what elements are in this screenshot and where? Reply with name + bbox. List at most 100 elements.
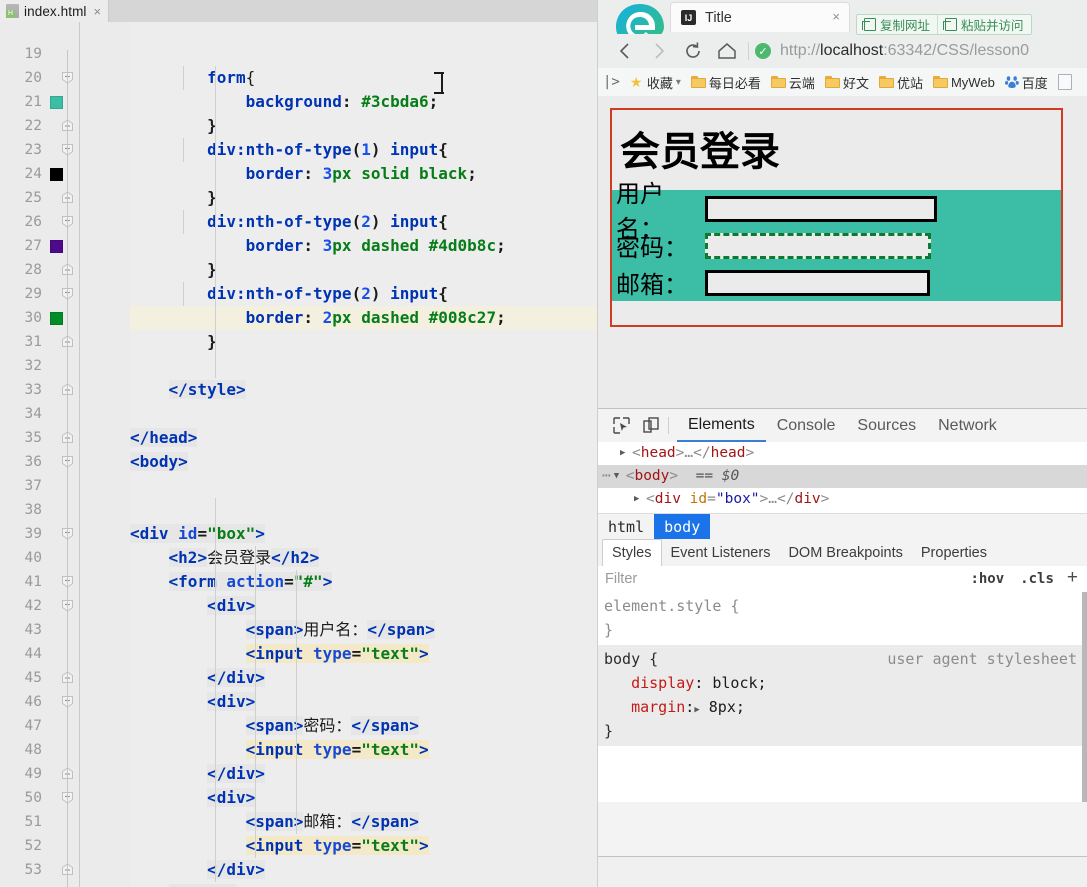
code-line[interactable]: <span>密码：</span> bbox=[130, 714, 598, 738]
style-rule-body[interactable]: body {user agent stylesheet display: blo… bbox=[598, 645, 1087, 746]
code-line[interactable]: </div> bbox=[130, 762, 598, 786]
cls-button[interactable]: .cls bbox=[1012, 571, 1062, 587]
reload-button[interactable] bbox=[676, 36, 710, 66]
code-line[interactable]: <div> bbox=[130, 690, 598, 714]
tab-elements[interactable]: Elements bbox=[677, 409, 766, 442]
code-line[interactable] bbox=[130, 42, 598, 66]
device-toolbar-button[interactable] bbox=[636, 413, 666, 439]
bookmarks-overflow-button[interactable]: |> bbox=[598, 68, 625, 96]
editor-gutter[interactable]: 19 20 21 22 23 24 25 26 27 28 29 30 31 32 33 34 35 36 37 38… bbox=[0, 22, 130, 887]
forward-button[interactable] bbox=[642, 36, 676, 66]
code-line[interactable]: </div> bbox=[130, 666, 598, 690]
editor-tab-index-html[interactable]: index.html × bbox=[0, 0, 110, 22]
bookmark-page[interactable] bbox=[1053, 68, 1077, 96]
expand-arrow-icon[interactable]: ▶ bbox=[620, 442, 632, 465]
close-icon[interactable]: × bbox=[94, 5, 102, 18]
code-line[interactable] bbox=[130, 498, 598, 522]
code-line[interactable]: form{ bbox=[130, 66, 598, 90]
code-line[interactable]: div:nth-of-type(2) input{ bbox=[130, 210, 598, 234]
tab-properties[interactable]: Properties bbox=[912, 540, 996, 566]
security-shield-icon[interactable]: ✓ bbox=[755, 43, 771, 59]
bookmark-folder-1[interactable]: 每日必看 bbox=[686, 68, 766, 96]
back-button[interactable] bbox=[608, 36, 642, 66]
address-bar[interactable]: http://localhost:63342/CSS/lesson0 bbox=[780, 42, 1029, 60]
bookmark-favorites[interactable]: ★ 收藏 ▾ bbox=[625, 68, 686, 96]
dom-node-body[interactable]: ⋯ ▼ < body > == $0 bbox=[598, 465, 1087, 488]
style-rule-element-style[interactable]: element.style { } bbox=[598, 592, 1087, 645]
code-line[interactable]: background: #3cbda6; bbox=[130, 90, 598, 114]
code-line[interactable]: border: 3px solid black; bbox=[130, 162, 598, 186]
breadcrumb-body[interactable]: body bbox=[654, 514, 711, 540]
new-style-rule-button[interactable]: + bbox=[1062, 567, 1087, 592]
color-swatch-icon[interactable] bbox=[50, 239, 63, 253]
collapse-arrow-icon[interactable]: ▼ bbox=[614, 465, 626, 488]
code-line[interactable]: } bbox=[130, 114, 598, 138]
code-line[interactable]: div:nth-of-type(2) input{ bbox=[130, 282, 598, 306]
dom-node-div-box[interactable]: ▶ < div id = "box" >… </div > bbox=[598, 488, 1087, 511]
bookmark-folder-4[interactable]: 优站 bbox=[874, 68, 928, 96]
inspect-element-button[interactable] bbox=[606, 413, 636, 439]
tab-network[interactable]: Network bbox=[927, 410, 1008, 441]
code-line[interactable]: } bbox=[130, 186, 598, 210]
code-line[interactable] bbox=[130, 354, 598, 378]
code-line[interactable]: border: 3px dashed #4d0b8c; bbox=[130, 234, 598, 258]
code-line[interactable]: <input type="text"> bbox=[130, 834, 598, 858]
code-line[interactable]: <div> bbox=[130, 786, 598, 810]
css-value[interactable]: 8px; bbox=[709, 698, 745, 716]
password-input[interactable] bbox=[705, 232, 931, 259]
copy-url-button[interactable]: 复制网址 bbox=[857, 15, 937, 34]
code-line[interactable]: <span>邮箱：</span> bbox=[130, 810, 598, 834]
css-property[interactable]: display bbox=[631, 674, 694, 692]
code-line[interactable]: <body> bbox=[130, 450, 598, 474]
email-input[interactable] bbox=[705, 269, 930, 296]
code-line[interactable] bbox=[130, 402, 598, 426]
code-line[interactable]: border: 2px dashed #008c27; bbox=[130, 306, 598, 330]
code-line[interactable]: div:nth-of-type(1) input{ bbox=[130, 138, 598, 162]
code-line[interactable]: <form action="#"> bbox=[130, 570, 598, 594]
line-number: 53 bbox=[24, 862, 42, 878]
tab-styles[interactable]: Styles bbox=[602, 539, 662, 566]
breadcrumb-html[interactable]: html bbox=[598, 514, 654, 540]
bookmark-folder-2[interactable]: 云端 bbox=[766, 68, 820, 96]
color-swatch-icon[interactable] bbox=[50, 311, 63, 325]
home-button[interactable] bbox=[710, 36, 744, 66]
code-line[interactable]: } bbox=[130, 258, 598, 282]
code-line[interactable]: </head> bbox=[130, 426, 598, 450]
dom-node-head[interactable]: ▶ < head >… </head > bbox=[598, 442, 1087, 465]
color-swatch-icon[interactable] bbox=[50, 95, 63, 109]
rule-close-brace: } bbox=[604, 621, 614, 639]
username-input[interactable] bbox=[705, 195, 937, 222]
code-line[interactable]: <div id="box"> bbox=[130, 522, 598, 546]
hov-button[interactable]: :hov bbox=[962, 571, 1012, 587]
breadcrumb[interactable]: html body bbox=[598, 513, 1087, 540]
code-line[interactable]: <div> bbox=[130, 594, 598, 618]
code-line[interactable]: </form> bbox=[130, 882, 598, 887]
code-line[interactable]: } bbox=[130, 330, 598, 354]
tab-sources[interactable]: Sources bbox=[846, 410, 927, 441]
code-line[interactable]: <span>用户名：</span> bbox=[130, 618, 598, 642]
css-value[interactable]: block; bbox=[712, 674, 766, 692]
editor-code-area[interactable]: form{ background: #3cbda6; } div:nth-of-… bbox=[130, 22, 598, 887]
tab-console[interactable]: Console bbox=[766, 410, 847, 441]
expand-arrow-icon[interactable]: ▶ bbox=[634, 488, 646, 511]
code-line[interactable]: </div> bbox=[130, 858, 598, 882]
tab-dom-breakpoints[interactable]: DOM Breakpoints bbox=[779, 540, 911, 566]
color-swatch-icon[interactable] bbox=[50, 167, 63, 181]
paste-and-go-button[interactable]: 粘贴并访问 bbox=[937, 15, 1031, 34]
line-number: 28 bbox=[24, 262, 42, 278]
bookmark-folder-3[interactable]: 好文 bbox=[820, 68, 874, 96]
tab-event-listeners[interactable]: Event Listeners bbox=[662, 540, 780, 566]
tab-close-icon[interactable]: × bbox=[832, 9, 840, 24]
styles-scrollbar[interactable] bbox=[1082, 592, 1087, 802]
css-property[interactable]: margin bbox=[631, 698, 685, 716]
code-line[interactable]: <input type="text"> bbox=[130, 642, 598, 666]
code-line[interactable]: <h2>会员登录</h2> bbox=[130, 546, 598, 570]
bookmark-folder-myweb[interactable]: MyWeb bbox=[928, 68, 1000, 96]
code-line[interactable] bbox=[130, 474, 598, 498]
code-line[interactable]: <input type="text"> bbox=[130, 738, 598, 762]
dom-tree[interactable]: ▶ < head >… </head > ⋯ ▼ < body > == $0 ▶ < div id =… bbox=[598, 442, 1087, 513]
code-line[interactable]: </style> bbox=[130, 378, 598, 402]
filter-input[interactable]: Filter bbox=[605, 571, 962, 587]
browser-tab[interactable]: IJ Title × bbox=[670, 2, 850, 32]
bookmark-baidu[interactable]: 百度 bbox=[1000, 68, 1053, 96]
